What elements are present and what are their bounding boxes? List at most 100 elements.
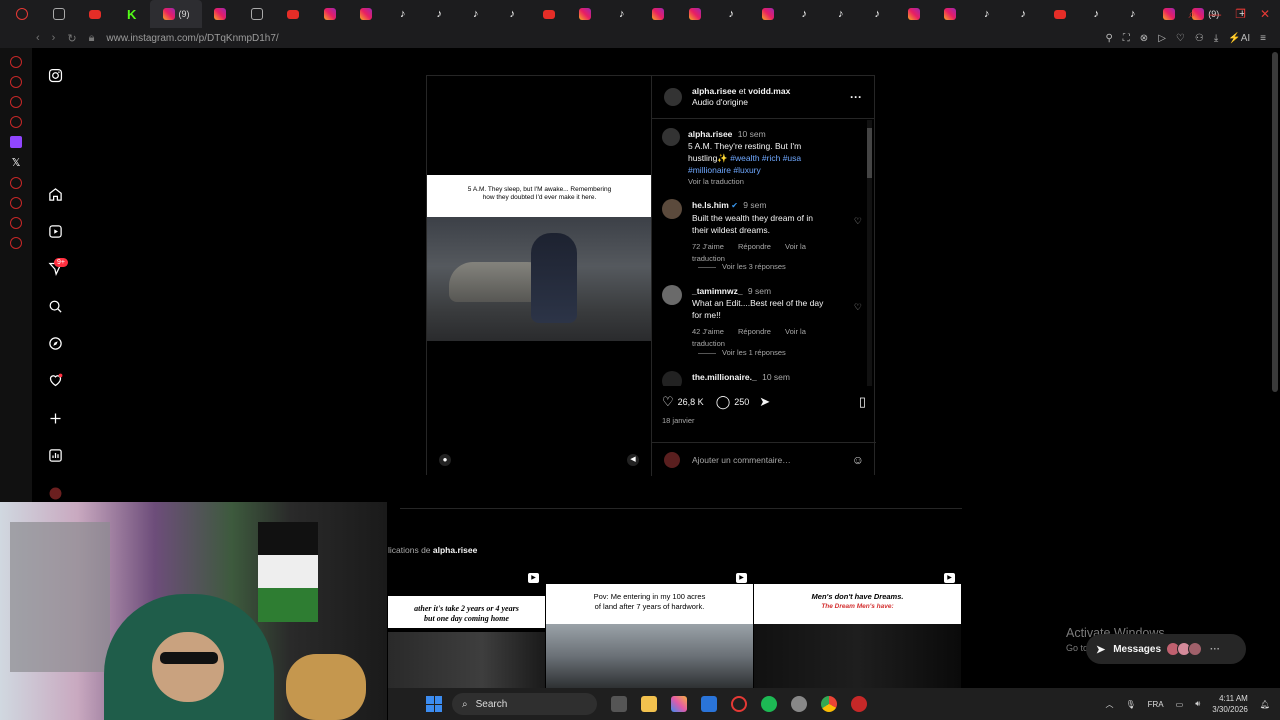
browser-tab[interactable]: K: [114, 0, 151, 28]
avatar[interactable]: [662, 285, 682, 305]
clock[interactable]: 4:11 AM 3/30/2026: [1212, 693, 1248, 715]
browser-tab[interactable]: ♪: [458, 0, 495, 28]
comment-like-icon[interactable]: ♡: [854, 216, 862, 227]
create-icon[interactable]: [46, 409, 64, 427]
heart-icon[interactable]: ♡: [1176, 33, 1185, 44]
pin-icon[interactable]: ⚲: [1105, 33, 1112, 44]
avatar[interactable]: [664, 88, 682, 106]
notifications-heart-icon[interactable]: [46, 371, 64, 389]
avatar[interactable]: [662, 371, 682, 386]
store-icon[interactable]: [701, 696, 717, 712]
browser-tab[interactable]: [1151, 0, 1188, 28]
ai-button[interactable]: ⚡AI: [1228, 33, 1250, 44]
browser-tab[interactable]: [750, 0, 787, 28]
browser-tab[interactable]: ♪: [1115, 0, 1152, 28]
reload-icon[interactable]: ↻: [67, 32, 76, 45]
close-icon[interactable]: ✕: [1260, 7, 1270, 21]
username-link[interactable]: alpha.risee: [692, 86, 736, 96]
more-icon[interactable]: ···: [1210, 644, 1220, 655]
comment-likes[interactable]: 72 J'aime: [692, 242, 724, 251]
audio-label[interactable]: Audio d'origine: [692, 97, 790, 108]
start-button[interactable]: [426, 696, 442, 712]
post-thumbnail[interactable]: ather it's take 2 years or 4 years but o…: [388, 568, 545, 688]
browser-tab[interactable]: ♪: [421, 0, 458, 28]
profile-icon[interactable]: ⚇: [1195, 33, 1204, 44]
sidebar-app-icon[interactable]: [10, 56, 22, 68]
language-indicator[interactable]: FRA: [1148, 700, 1164, 709]
comment-username[interactable]: the.millionaire._: [692, 372, 757, 382]
emoji-icon[interactable]: ☺: [852, 453, 864, 467]
username-link[interactable]: voidd.max: [748, 86, 790, 96]
browser-tab[interactable]: [896, 0, 933, 28]
reply-button[interactable]: Répondre: [738, 327, 771, 336]
chrome-icon[interactable]: [821, 696, 837, 712]
more-options-icon[interactable]: ···: [850, 90, 862, 104]
browser-tab[interactable]: ♪: [604, 0, 641, 28]
steam-icon[interactable]: [791, 696, 807, 712]
copilot-icon[interactable]: [671, 696, 687, 712]
post-thumbnail[interactable]: Pov: Me entering in my 100 acres of land…: [546, 568, 753, 688]
messages-button[interactable]: ➤ Messages ···: [1086, 634, 1246, 664]
hashtag-links[interactable]: #wealth #rich #usa: [730, 153, 801, 163]
microphone-icon[interactable]: 🎙︎: [1125, 700, 1135, 709]
view-replies-link[interactable]: Voir les 1 réponses: [698, 348, 786, 357]
browser-tab[interactable]: [348, 0, 385, 28]
reply-button[interactable]: Répondre: [738, 242, 771, 251]
reel-player[interactable]: 5 A.M. They sleep, but I'M awake... Reme…: [427, 76, 652, 476]
home-icon[interactable]: [46, 185, 64, 203]
browser-tab[interactable]: ♪: [969, 0, 1006, 28]
browser-tab[interactable]: (9): [150, 0, 202, 28]
browser-tab[interactable]: [1042, 0, 1079, 28]
adblock-icon[interactable]: ⊗: [1140, 33, 1148, 44]
browser-tab[interactable]: ♪: [859, 0, 896, 28]
reels-icon[interactable]: [46, 222, 64, 240]
comment-icon[interactable]: ◯: [716, 394, 731, 410]
dashboard-icon[interactable]: [46, 446, 64, 464]
sidebar-app-icon[interactable]: [10, 76, 22, 88]
browser-tab[interactable]: [312, 0, 349, 28]
comment-username[interactable]: _tamimnwz_: [692, 286, 743, 296]
notifications-icon[interactable]: 🔔︎: [1260, 700, 1270, 709]
browser-tab[interactable]: [531, 0, 568, 28]
task-view-icon[interactable]: [611, 696, 627, 712]
forward-icon[interactable]: ›: [52, 32, 56, 45]
page-scrollbar[interactable]: [1272, 52, 1278, 402]
sidebar-app-icon[interactable]: [10, 96, 22, 108]
spotify-icon[interactable]: [761, 696, 777, 712]
taskbar-search[interactable]: ⌕ Search: [452, 693, 597, 715]
sidebar-app-icon[interactable]: [10, 116, 22, 128]
browser-tab[interactable]: ♪: [823, 0, 860, 28]
menu-icon[interactable]: ≡: [1260, 33, 1266, 44]
like-icon[interactable]: ♡: [662, 394, 674, 410]
browser-tab[interactable]: ♪: [385, 0, 422, 28]
post-thumbnail[interactable]: Men's don't have Dreams. The Dream Men's…: [754, 568, 961, 688]
flow-icon[interactable]: ▷: [1158, 33, 1166, 44]
maximize-icon[interactable]: ❐: [1235, 7, 1246, 21]
comment-likes[interactable]: 42 J'aime: [692, 327, 724, 336]
back-icon[interactable]: ‹: [36, 32, 40, 45]
comment-like-icon[interactable]: ♡: [854, 302, 862, 313]
browser-tab[interactable]: [239, 0, 276, 28]
avatar[interactable]: [662, 128, 680, 146]
tagged-people-icon[interactable]: ●: [439, 454, 451, 466]
comments-scrollbar[interactable]: [867, 120, 872, 386]
hashtag-links[interactable]: #millionaire #luxury: [688, 164, 852, 176]
download-icon[interactable]: ⤓: [1214, 33, 1218, 44]
volume-icon[interactable]: ◀: [627, 454, 639, 466]
browser-tab[interactable]: [640, 0, 677, 28]
browser-tab[interactable]: ♪: [1078, 0, 1115, 28]
browser-tab[interactable]: [677, 0, 714, 28]
browser-tab[interactable]: [4, 0, 41, 28]
settings-icon[interactable]: [10, 237, 22, 249]
comment-username[interactable]: alpha.risee: [688, 129, 732, 139]
browser-tab[interactable]: ♪: [1005, 0, 1042, 28]
search-icon[interactable]: [46, 297, 64, 315]
translate-link[interactable]: Voir la traduction: [688, 176, 852, 188]
instagram-logo-icon[interactable]: [46, 66, 64, 84]
explore-icon[interactable]: [46, 334, 64, 352]
file-explorer-icon[interactable]: [641, 696, 657, 712]
comment-input[interactable]: Ajouter un commentaire…: [692, 455, 791, 465]
share-icon[interactable]: ➤: [759, 394, 770, 410]
volume-icon[interactable]: 🔊︎: [1195, 699, 1200, 709]
browser-tab[interactable]: [202, 0, 239, 28]
